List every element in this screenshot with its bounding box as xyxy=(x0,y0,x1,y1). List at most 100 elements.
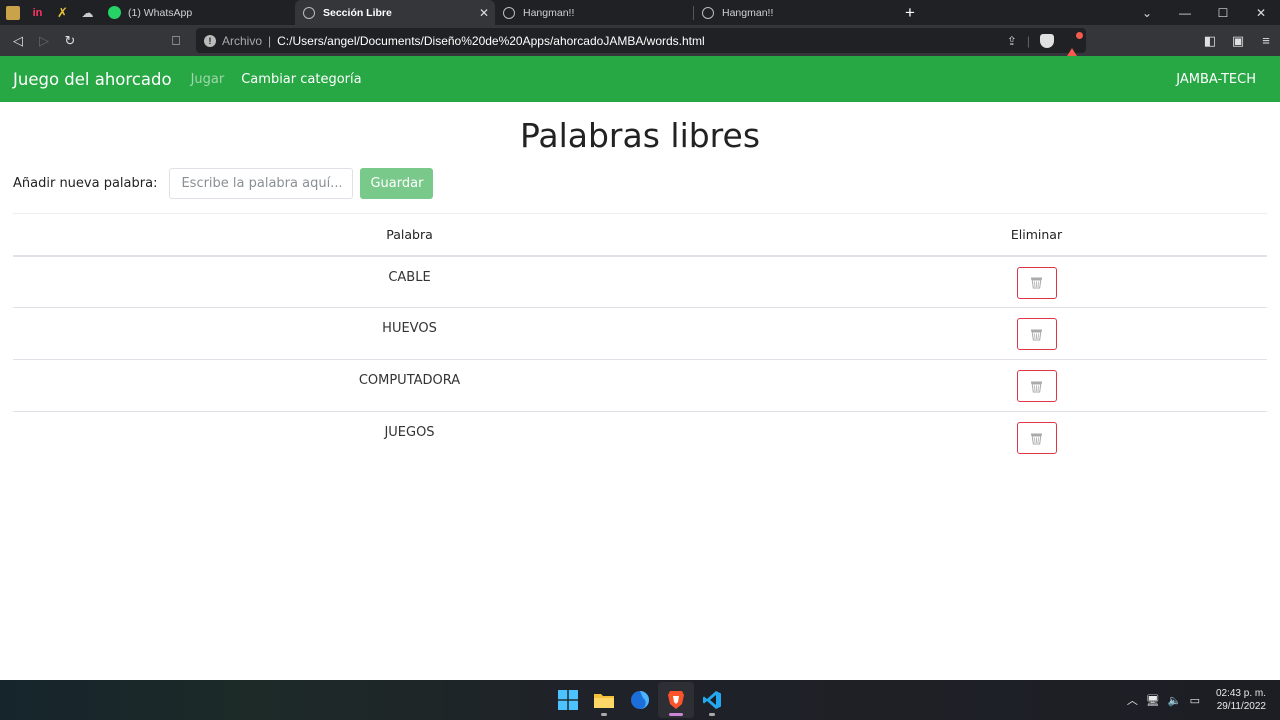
menu-icon[interactable]: ≡ xyxy=(1252,25,1280,56)
delete-word-button[interactable] xyxy=(1016,422,1057,454)
browser-toolbar: ◁ ▷ ↻ ⎕ ! Archivo | C:/Users/angel/Docum… xyxy=(0,25,1280,61)
app-favicon-icon xyxy=(5,5,20,20)
vscode-button[interactable] xyxy=(694,682,730,718)
running-indicator xyxy=(669,713,683,716)
table-row: JUEGOS xyxy=(13,412,1267,464)
pinned-tab-3[interactable]: ✗ xyxy=(50,0,75,25)
table-header-row: Palabra Eliminar xyxy=(13,213,1267,257)
pinned-tab-2[interactable]: in xyxy=(25,0,50,25)
system-tray: ︿ 🖥 🔈 ▭ 02:43 p. m. 29/11/2022 xyxy=(1127,680,1266,720)
trash-icon xyxy=(1031,329,1042,340)
delete-cell xyxy=(806,359,1267,412)
nav-jamba-tech[interactable]: JAMBA-TECH xyxy=(1176,72,1256,87)
word-cell: HUEVOS xyxy=(13,307,806,360)
nav-link-cambiar-categoria[interactable]: Cambiar categoría xyxy=(241,72,361,87)
battery-icon[interactable]: ▭ xyxy=(1190,694,1200,707)
word-cell: COMPUTADORA xyxy=(13,359,806,412)
running-indicator xyxy=(709,713,715,716)
vscode-icon xyxy=(703,691,721,709)
brave-icon xyxy=(668,691,684,709)
trash-icon xyxy=(1031,277,1042,289)
network-icon[interactable]: 🖥 xyxy=(1146,694,1160,707)
word-cell: CABLE xyxy=(13,255,806,308)
tab-search-chevron-icon[interactable]: ⌄ xyxy=(1128,0,1166,25)
site-navbar: Juego del ahorcado Jugar Cambiar categor… xyxy=(0,56,1280,102)
web-page: Juego del ahorcado Jugar Cambiar categor… xyxy=(0,56,1280,680)
delete-word-button[interactable] xyxy=(1016,266,1057,299)
word-cell: JUEGOS xyxy=(384,425,435,440)
close-window-icon[interactable]: ✕ xyxy=(1242,0,1280,25)
column-header-eliminar: Eliminar xyxy=(806,213,1267,257)
window-controls: ⌄ — ☐ ✕ xyxy=(1128,0,1280,25)
clock-time: 02:43 p. m. xyxy=(1215,688,1266,699)
invision-icon: in xyxy=(32,6,43,19)
tab-hangman-1[interactable]: Hangman!! xyxy=(495,0,693,25)
firefox-icon xyxy=(631,691,649,709)
divider: | xyxy=(1026,33,1030,48)
share-icon[interactable]: ⇪ xyxy=(1007,34,1017,48)
delete-cell xyxy=(806,412,1267,464)
sidebar-icon[interactable]: ◧ xyxy=(1196,25,1224,56)
tab-label: Hangman!! xyxy=(523,6,575,19)
delete-word-button[interactable] xyxy=(1016,370,1057,402)
maximize-icon[interactable]: ☐ xyxy=(1204,0,1242,25)
clock-date: 29/11/2022 xyxy=(1216,701,1266,712)
pinned-tab-4[interactable]: ☁ xyxy=(75,0,100,25)
page-title: Palabras libres xyxy=(519,116,761,155)
globe-icon xyxy=(702,6,714,19)
globe-icon xyxy=(503,6,515,19)
windows-logo-icon xyxy=(558,690,578,710)
omnibox-actions: ⇪ | xyxy=(1007,28,1084,61)
back-button[interactable]: ◁ xyxy=(5,25,31,56)
add-word-label: Añadir nueva palabra: xyxy=(13,176,158,191)
new-tab-button[interactable]: + xyxy=(892,3,928,23)
taskbar-apps xyxy=(550,680,730,720)
add-word-form: Añadir nueva palabra: Guardar xyxy=(0,168,1280,199)
folder-icon xyxy=(594,694,614,708)
table-row: CABLE xyxy=(13,255,1267,308)
file-explorer-button[interactable] xyxy=(586,682,622,718)
tab-seccion-libre[interactable]: Sección Libre ✕ xyxy=(295,0,495,25)
chevron-up-icon[interactable]: ︿ xyxy=(1127,692,1138,708)
firefox-button[interactable] xyxy=(622,682,658,718)
new-word-input[interactable] xyxy=(169,168,354,199)
url-text[interactable]: C:/Users/angel/Documents/Diseño%20de%20A… xyxy=(277,34,705,48)
address-bar[interactable]: ! Archivo | C:/Users/angel/Documents/Dis… xyxy=(196,28,1086,61)
clock[interactable]: 02:43 p. m. 29/11/2022 xyxy=(1216,687,1266,713)
browser-tab-strip: in ✗ ☁ (1) WhatsApp Sección Libre ✕ Hang… xyxy=(0,0,1280,25)
brave-rewards-icon[interactable] xyxy=(1064,30,1084,61)
tab-label: Hangman!! xyxy=(722,6,774,19)
globe-icon xyxy=(303,6,315,19)
save-button[interactable]: Guardar xyxy=(360,168,434,199)
minimize-icon[interactable]: — xyxy=(1166,0,1204,25)
tab-whatsapp[interactable]: (1) WhatsApp xyxy=(100,0,295,25)
brave-shields-icon[interactable] xyxy=(1040,33,1054,48)
tab-label: Sección Libre xyxy=(323,6,392,19)
pinned-tabs: in ✗ ☁ xyxy=(0,0,100,25)
volume-icon[interactable]: 🔈 xyxy=(1168,694,1182,707)
reload-button[interactable]: ↻ xyxy=(57,25,83,56)
whatsapp-icon xyxy=(108,6,121,19)
scheme-label: Archivo xyxy=(222,33,263,48)
info-icon[interactable]: ! xyxy=(204,34,216,47)
site-brand[interactable]: Juego del ahorcado xyxy=(13,70,172,89)
close-tab-icon[interactable]: ✕ xyxy=(479,6,489,20)
running-indicator xyxy=(601,713,607,716)
wallet-icon[interactable]: ▣ xyxy=(1224,25,1252,56)
trash-icon xyxy=(1031,433,1042,444)
delete-word-button[interactable] xyxy=(1016,318,1057,350)
nav-link-jugar[interactable]: Jugar xyxy=(191,72,225,87)
brave-button[interactable] xyxy=(658,682,694,718)
trash-icon xyxy=(1031,381,1042,392)
table-row: COMPUTADORA xyxy=(13,359,1267,412)
table-row: HUEVOS xyxy=(13,307,1267,360)
pinned-tab-1[interactable] xyxy=(0,0,25,25)
tab-hangman-2[interactable]: Hangman!! xyxy=(694,0,892,25)
windows-taskbar: ︿ 🖥 🔈 ▭ 02:43 p. m. 29/11/2022 xyxy=(0,680,1280,720)
bookmark-icon[interactable]: ⎕ xyxy=(166,25,186,56)
start-button[interactable] xyxy=(550,682,586,718)
pinned-app-icon: ✗ xyxy=(57,4,68,20)
forward-button[interactable]: ▷ xyxy=(31,25,57,56)
toolbar-actions: ◧ ▣ ≡ xyxy=(1196,25,1280,56)
delete-cell xyxy=(806,255,1267,308)
